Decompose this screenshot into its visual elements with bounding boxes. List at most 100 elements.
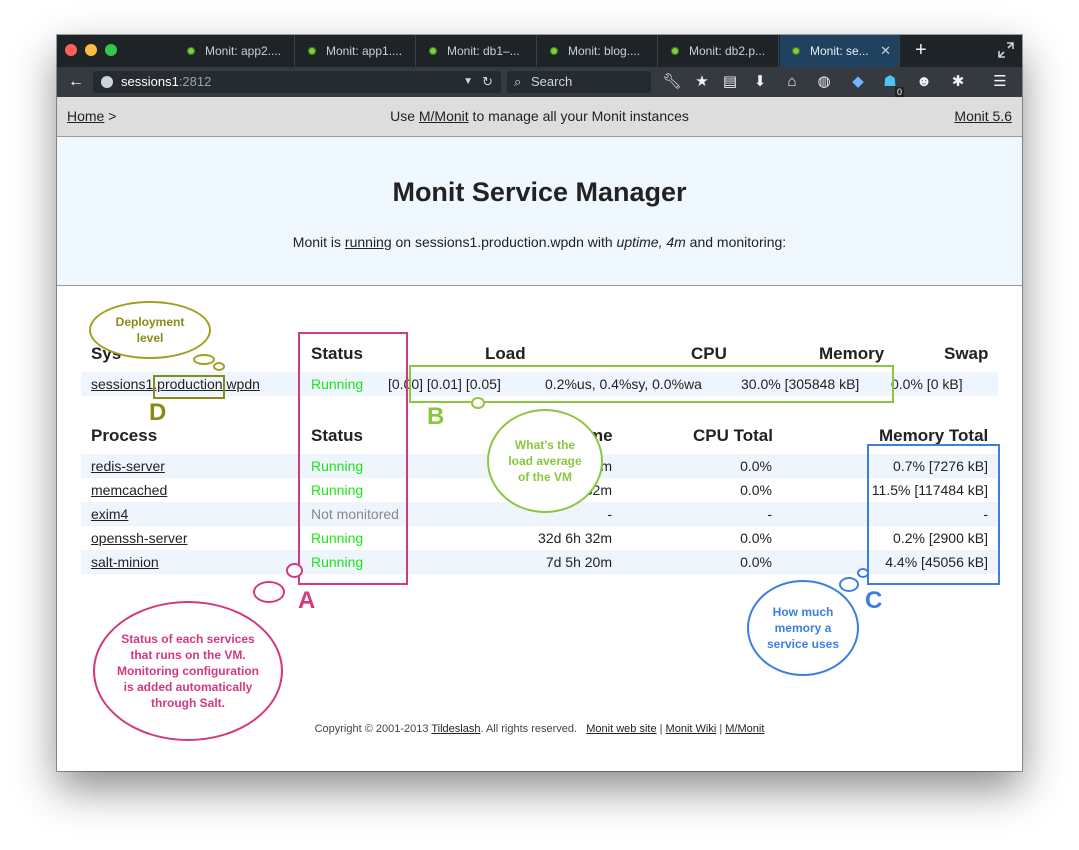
process-cpu: 0.0% [740, 530, 772, 546]
hamburger-menu-icon[interactable]: ☰ [989, 71, 1011, 93]
cpu-header: CPU [691, 344, 727, 363]
summary-prefix: Monit is [292, 234, 345, 250]
mmonit-link[interactable]: M/Monit [419, 108, 469, 124]
gem-icon[interactable]: ◆ [847, 71, 869, 93]
version-link[interactable]: Monit 5.6 [954, 108, 1012, 124]
process-header: Process [91, 426, 158, 445]
status-dot-icon [429, 47, 437, 55]
process-name-link[interactable]: memcached [91, 482, 167, 498]
thought-bubble-icon [213, 362, 225, 371]
summary-suffix: and monitoring: [685, 234, 787, 250]
process-cpu: - [767, 506, 772, 522]
back-arrow-icon[interactable]: ← [65, 71, 87, 93]
search-placeholder: Search [531, 74, 573, 89]
url-port: :2812 [178, 74, 212, 89]
wrench-icon[interactable]: 🔧︎ [661, 71, 683, 93]
status-summary: Monit is running on sessions1.production… [57, 234, 1022, 250]
annotation-text-c: How much memory a service uses [766, 605, 840, 651]
annotation-box-c [867, 444, 1000, 585]
annotation-text-b: What's the load average of the VM [508, 438, 582, 484]
status-dot-icon [792, 47, 800, 55]
status-dot-icon [187, 47, 195, 55]
rights-text: . All rights reserved. [480, 723, 578, 735]
home-icon[interactable]: ⌂ [781, 71, 803, 93]
page-hero: Monit Service Manager Monit is running o… [57, 137, 1022, 286]
reading-list-icon[interactable]: ▤ [719, 71, 741, 93]
summary-uptime: uptime, 4m [616, 234, 686, 250]
annotation-text-a: Status of each services that runs on the… [117, 632, 259, 710]
annotation-text-d: Deployment level [115, 315, 185, 345]
url-host: sessions1 [121, 74, 179, 89]
process-name-link[interactable]: exim4 [91, 506, 128, 522]
search-input[interactable]: ⌕ Search [507, 71, 651, 93]
new-tab-button[interactable]: + [915, 39, 927, 61]
zoom-window-button[interactable] [105, 44, 117, 56]
copyright-text: Copyright © 2001-2013 [314, 723, 432, 735]
tab-label: Monit: db2.p... [689, 44, 766, 58]
memory-header: Memory [819, 344, 885, 363]
tab-sessions1[interactable]: Monit: se... ✕ [780, 35, 900, 67]
tab-app2[interactable]: Monit: app2.... [175, 35, 295, 67]
mmonit-promo: Use M/Monit to manage all your Monit ins… [57, 108, 1022, 124]
tab-label: Monit: app2.... [205, 44, 282, 58]
thought-bubble-icon [253, 581, 285, 603]
footer-mmonit-link[interactable]: M/Monit [725, 723, 764, 735]
tab-db1[interactable]: Monit: db1–... [417, 35, 537, 67]
smiley-icon[interactable]: ☻ [913, 71, 935, 93]
thought-bubble-icon [471, 397, 485, 409]
annotation-letter-a: A [298, 587, 316, 614]
process-cpu: 0.0% [740, 554, 772, 570]
tab-app1[interactable]: Monit: app1.... [296, 35, 416, 67]
monit-wiki-link[interactable]: Monit Wiki [666, 723, 717, 735]
thought-bubble-icon [193, 354, 215, 365]
annotation-letter-b: B [427, 403, 445, 430]
bookmark-star-icon[interactable]: ★ [691, 71, 713, 93]
annotation-cloud-d: Deployment level [89, 301, 211, 359]
cpu-total-header: CPU Total [693, 426, 773, 445]
annotation-letter-c: C [865, 587, 883, 614]
search-icon: ⌕ [514, 74, 522, 89]
process-name-link[interactable]: salt-minion [91, 554, 159, 570]
download-icon[interactable]: ⬇ [749, 71, 771, 93]
browser-window: Monit: app2.... Monit: app1.... Monit: d… [57, 35, 1022, 771]
mm-prefix: Use [390, 108, 419, 124]
url-bar[interactable]: sessions1:2812 ▼ ↻ [93, 71, 501, 93]
monit-site-link[interactable]: Monit web site [586, 723, 656, 735]
system-name-host: sessions1 [91, 376, 154, 392]
memory-total-header: Memory Total [879, 426, 989, 445]
process-name-link[interactable]: redis-server [91, 458, 165, 474]
fullscreen-icon[interactable] [997, 41, 1015, 59]
puzzle-icon[interactable]: ✱ [947, 71, 969, 93]
tildeslash-link[interactable]: Tildeslash [431, 723, 480, 735]
minimize-window-button[interactable] [85, 44, 97, 56]
load-header: Load [485, 344, 526, 363]
tab-blog[interactable]: Monit: blog.... [538, 35, 658, 67]
annotation-cloud-a: Status of each services that runs on the… [93, 601, 283, 741]
page-title: Monit Service Manager [392, 177, 687, 207]
status-dot-icon [308, 47, 316, 55]
close-tab-icon[interactable]: ✕ [880, 43, 891, 59]
dropdown-triangle-icon[interactable]: ▼ [463, 71, 473, 93]
annotation-box-a [298, 332, 408, 585]
mm-suffix: to manage all your Monit instances [468, 108, 689, 124]
tab-db2[interactable]: Monit: db2.p... [659, 35, 779, 67]
thought-bubble-icon [286, 563, 303, 578]
thought-bubble-icon [857, 568, 869, 578]
running-link[interactable]: running [345, 234, 392, 250]
process-uptime: 32d 6h 32m [538, 530, 612, 546]
annotation-box-d [153, 375, 225, 399]
globe-addon-icon[interactable]: ◍ [813, 71, 835, 93]
process-uptime: 7d 5h 20m [545, 554, 612, 570]
status-dot-icon [550, 47, 558, 55]
process-cpu: 0.0% [740, 482, 772, 498]
process-name-link[interactable]: openssh-server [91, 530, 188, 546]
process-cpu: 0.0% [740, 458, 772, 474]
monit-header-bar: Home > Use M/Monit to manage all your Mo… [57, 97, 1022, 137]
tab-label: Monit: se... [810, 44, 869, 58]
thought-bubble-icon [839, 577, 859, 592]
footer-separator: | [719, 723, 723, 735]
reload-icon[interactable]: ↻ [482, 71, 493, 93]
close-window-button[interactable] [65, 44, 77, 56]
summary-host: on sessions1.production.wpdn with [391, 234, 617, 250]
tab-label: Monit: db1–... [447, 44, 520, 58]
